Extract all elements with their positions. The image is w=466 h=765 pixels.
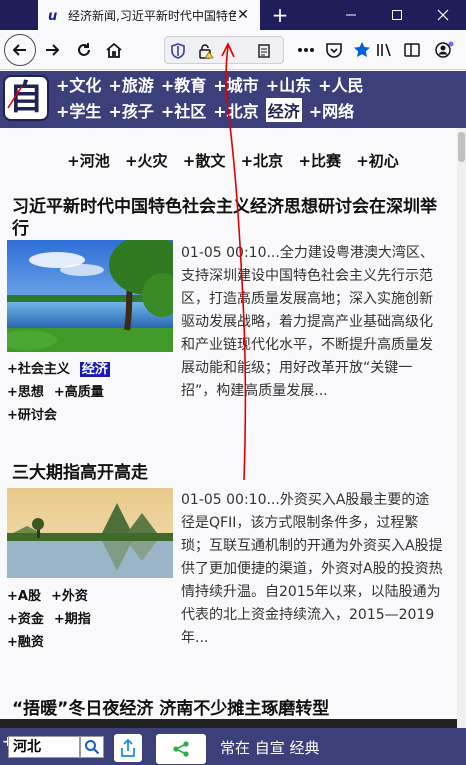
back-arrow-icon: [12, 44, 26, 56]
logo-char: 自: [9, 78, 43, 118]
hot-tag[interactable]: +初心: [356, 152, 399, 170]
home-icon: [106, 42, 122, 58]
nav-link-students[interactable]: +学生: [56, 98, 101, 122]
article-thumbnail-partial: [0, 719, 466, 728]
sidebar-icon[interactable]: [398, 36, 426, 64]
more-actions-icon[interactable]: [292, 36, 320, 64]
page-scrollbar[interactable]: [457, 128, 466, 728]
active-tab[interactable]: u 经济新闻,习近平新时代中国特色社会主义经济思想 ✕: [38, 0, 260, 30]
article-tag[interactable]: +思想: [7, 385, 44, 400]
hot-tag[interactable]: +火灾: [125, 152, 168, 170]
article-tag[interactable]: +研讨会: [7, 408, 57, 423]
upload-share-button[interactable]: [114, 734, 142, 762]
article-tag[interactable]: +高质量: [54, 385, 104, 400]
pocket-icon[interactable]: [320, 36, 348, 64]
article-tag[interactable]: +A股: [7, 589, 41, 604]
article-tag[interactable]: +融资: [7, 635, 44, 650]
close-window-icon[interactable]: [420, 0, 466, 30]
search-input[interactable]: 河北: [8, 736, 80, 758]
article-title[interactable]: “捂暖”冬日夜经济 济南不少摊主琢磨转型: [12, 698, 448, 720]
nav-link-city[interactable]: +城市: [213, 72, 258, 96]
share-nodes-icon: [173, 741, 189, 757]
new-tab-button[interactable]: +: [268, 3, 292, 27]
reload-icon: [78, 43, 90, 56]
nav-link-children[interactable]: +孩子: [108, 98, 153, 122]
site-logo[interactable]: 自: [3, 75, 49, 121]
forward-arrow-icon: [46, 44, 60, 56]
article-title[interactable]: 三大期指高开高走: [12, 462, 448, 484]
tab-close-icon[interactable]: ✕: [234, 6, 252, 24]
nav-link-shandong[interactable]: +山东: [266, 72, 311, 96]
tab-bar: u 经济新闻,习近平新时代中国特色社会主义经济思想 ✕ +: [0, 0, 466, 30]
nav-link-beijing[interactable]: +北京: [213, 98, 258, 122]
article-tags: +社会主义 经济 +思想 +高质量 +研讨会: [7, 358, 177, 427]
nav-link-economy[interactable]: 经济: [265, 98, 302, 122]
bottom-toolbar: + 河北 常在 自宣 经典: [0, 728, 466, 765]
article-tag[interactable]: +社会主义: [7, 362, 70, 377]
search-button[interactable]: [80, 736, 104, 758]
article-tags: +A股 +外资 +资金 +期指 +融资: [7, 585, 177, 654]
url-bar[interactable]: [164, 36, 284, 64]
social-share-button[interactable]: [156, 734, 206, 764]
hot-tag[interactable]: +散文: [183, 152, 226, 170]
navigation-toolbar: [0, 30, 466, 70]
scrollbar-thumb[interactable]: [458, 132, 465, 162]
article-title[interactable]: 习近平新时代中国特色社会主义经济思想研讨会在深圳举行: [12, 196, 448, 240]
article-tag[interactable]: +期指: [54, 612, 91, 627]
hot-tag[interactable]: +河池: [67, 152, 110, 170]
reload-button[interactable]: [70, 36, 98, 64]
forward-button[interactable]: [38, 36, 66, 64]
article-excerpt: 01-05 00:10...全力建设粤港澳大湾区、支持深圳建设中国特色社会主义先…: [181, 245, 434, 399]
article-thumbnail-karst[interactable]: [7, 488, 173, 578]
share-upload-icon: [121, 738, 135, 757]
tracking-shield-icon[interactable]: [169, 42, 187, 60]
hot-tags-row: +河池 +火灾 +散文 +北京 +比赛 +初心: [0, 150, 466, 171]
minimize-icon[interactable]: [328, 0, 374, 30]
site-header: 自 +文化 +旅游 +教育 +城市 +山东 +人民 +学生 +孩子 +社区 +北…: [0, 71, 466, 128]
site-favicon-icon: u: [46, 7, 62, 23]
article-tag[interactable]: +外资: [51, 589, 88, 604]
nav-link-education[interactable]: +教育: [161, 72, 206, 96]
reader-view-icon[interactable]: [255, 42, 273, 60]
account-icon[interactable]: [430, 36, 458, 64]
nav-link-culture[interactable]: +文化: [56, 72, 101, 96]
library-icon[interactable]: [370, 36, 398, 64]
hot-tag[interactable]: +北京: [241, 152, 284, 170]
nav-link-community[interactable]: +社区: [161, 98, 206, 122]
maximize-icon[interactable]: [374, 0, 420, 30]
svg-text:u: u: [48, 9, 57, 22]
article-excerpt: 01-05 00:10...外资买入A股最主要的途径是QFII，该方式限制条件多…: [181, 492, 443, 646]
nav-link-people[interactable]: +人民: [318, 72, 363, 96]
tab-title: 经济新闻,习近平新时代中国特色社会主义经济思想: [68, 8, 236, 23]
home-button[interactable]: [100, 36, 128, 64]
article-tag-highlighted[interactable]: 经济: [79, 362, 110, 377]
nav-link-network[interactable]: +网络: [309, 98, 354, 122]
category-nav-row-1: +文化 +旅游 +教育 +城市 +山东 +人民: [56, 72, 364, 96]
article-tag[interactable]: +资金: [7, 612, 44, 627]
nav-link-travel[interactable]: +旅游: [108, 72, 153, 96]
search-icon: [85, 740, 100, 755]
browser-window: u 经济新闻,习近平新时代中国特色社会主义经济思想 ✕ +: [0, 0, 466, 765]
category-nav-row-2: +学生 +孩子 +社区 +北京 经济 +网络: [56, 98, 354, 122]
insecure-lock-icon[interactable]: [197, 42, 215, 60]
page-content: +河池 +火灾 +散文 +北京 +比赛 +初心 习近平新时代中国特色社会主义经济…: [0, 128, 466, 728]
back-button[interactable]: [4, 34, 36, 66]
hot-tag[interactable]: +比赛: [298, 152, 341, 170]
article-thumbnail-lake[interactable]: [7, 240, 173, 352]
bottom-links[interactable]: 常在 自宣 经典: [220, 737, 320, 758]
